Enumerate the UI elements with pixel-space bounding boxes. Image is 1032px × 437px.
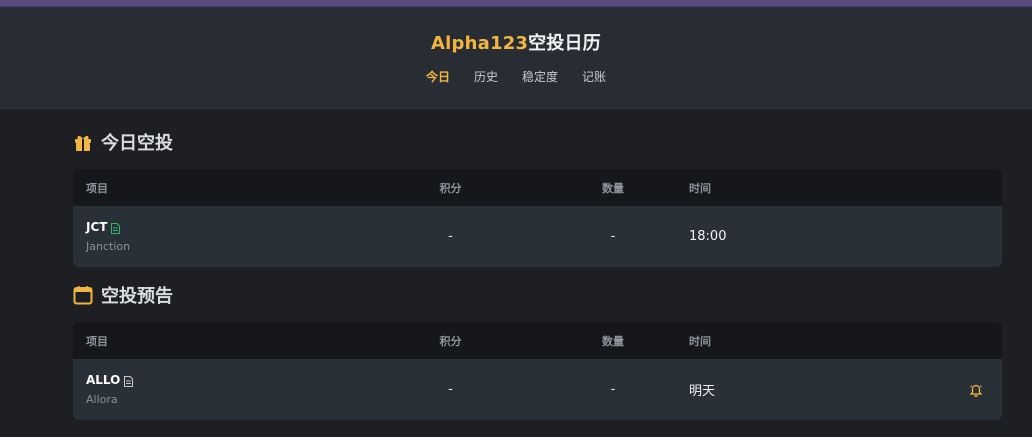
nav-tab-today[interactable]: 今日 [426, 69, 450, 85]
top-accent-bar [0, 0, 1032, 7]
column-header-project: 项目 [86, 181, 108, 195]
gift-icon [73, 132, 93, 152]
bell-icon[interactable] [969, 382, 983, 398]
project-symbol: ALLO [86, 373, 121, 387]
calendar-icon [73, 285, 93, 305]
table-header: 项目 积分 数量 时间 [73, 169, 1002, 206]
column-header-project: 项目 [86, 334, 108, 348]
quantity-cell: - [610, 382, 616, 397]
main-nav: 今日 历史 稳定度 记账 [0, 69, 1032, 85]
project-name: Janction [86, 240, 131, 253]
today-section-heading: 今日空投 [73, 129, 1002, 155]
today-airdrop-table: 项目 积分 数量 时间 JCT Janction - - 18:00 [73, 169, 1002, 267]
upcoming-airdrop-table: 项目 积分 数量 时间 ALLO Allora - - 明天 [73, 322, 1002, 420]
today-airdrop-section: 今日空投 项目 积分 数量 时间 JCT Janction - - 18:00 [73, 129, 1002, 267]
project-symbol: JCT [86, 220, 108, 234]
time-cell: 18:00 [689, 229, 727, 244]
points-cell: - [448, 382, 453, 397]
upcoming-airdrop-section: 空投预告 项目 积分 数量 时间 ALLO Allora - - 明天 [73, 282, 1002, 420]
time-cell: 明天 [689, 384, 716, 399]
brand-name: Alpha123 [431, 33, 529, 54]
upcoming-section-heading: 空投预告 [73, 282, 1002, 308]
project-cell: JCT Janction [73, 219, 363, 254]
quantity-cell: - [610, 229, 616, 244]
page-title: Alpha123空投日历 [0, 32, 1032, 56]
column-header-quantity: 数量 [602, 181, 624, 195]
project-cell: ALLO Allora [73, 372, 363, 407]
today-section-title: 今日空投 [101, 133, 173, 154]
table-row[interactable]: ALLO Allora - - 明天 [73, 359, 1002, 420]
column-header-time: 时间 [689, 181, 711, 195]
table-row[interactable]: JCT Janction - - 18:00 [73, 206, 1002, 267]
document-icon[interactable] [111, 222, 121, 234]
project-symbol-wrap: ALLO [86, 372, 363, 388]
column-header-quantity: 数量 [602, 334, 624, 348]
title-text: 空投日历 [528, 33, 601, 54]
upcoming-section-title: 空投预告 [101, 286, 173, 307]
page-header: Alpha123空投日历 今日 历史 稳定度 记账 [0, 7, 1032, 109]
nav-tab-history[interactable]: 历史 [474, 69, 498, 85]
points-cell: - [448, 229, 453, 244]
document-icon[interactable] [124, 375, 134, 387]
nav-tab-accounting[interactable]: 记账 [582, 69, 606, 85]
column-header-time: 时间 [689, 334, 711, 348]
project-symbol-wrap: JCT [86, 219, 363, 235]
column-header-points: 积分 [439, 181, 462, 195]
column-header-points: 积分 [439, 334, 462, 348]
table-header: 项目 积分 数量 时间 [73, 322, 1002, 359]
project-name: Allora [86, 393, 118, 406]
nav-tab-stability[interactable]: 稳定度 [522, 69, 558, 85]
